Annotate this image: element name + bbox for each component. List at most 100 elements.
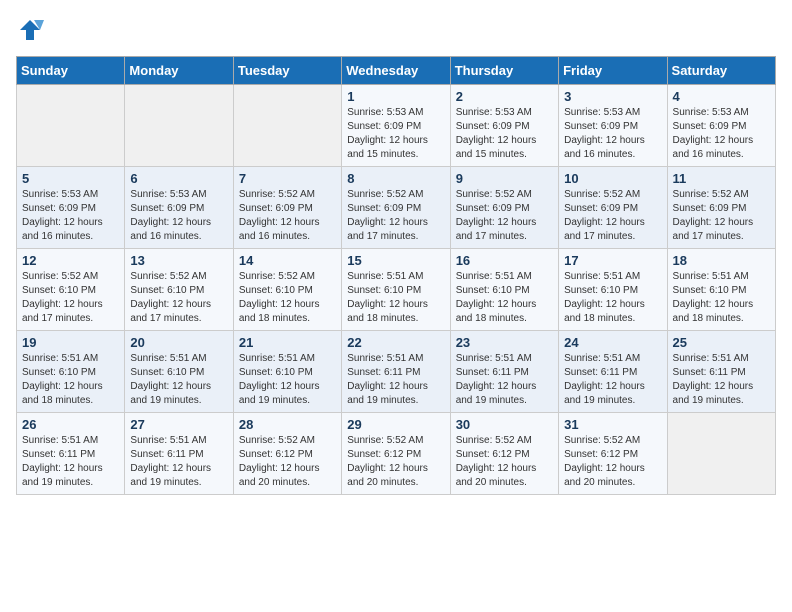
- day-info: Sunrise: 5:52 AM Sunset: 6:12 PM Dayligh…: [239, 434, 336, 490]
- week-row-3: 19 Sunrise: 5:51 AM Sunset: 6:10 PM Dayli…: [17, 331, 776, 413]
- day-info: Sunrise: 5:53 AM Sunset: 6:09 PM Dayligh…: [456, 106, 553, 162]
- calendar-cell: 4 Sunrise: 5:53 AM Sunset: 6:09 PM Daylig…: [667, 85, 775, 167]
- day-info: Sunrise: 5:51 AM Sunset: 6:10 PM Dayligh…: [564, 270, 661, 326]
- day-info: Sunrise: 5:53 AM Sunset: 6:09 PM Dayligh…: [564, 106, 661, 162]
- day-info: Sunrise: 5:52 AM Sunset: 6:09 PM Dayligh…: [564, 188, 661, 244]
- day-number: 27: [130, 417, 227, 432]
- calendar-table: SundayMondayTuesdayWednesdayThursdayFrid…: [16, 56, 776, 495]
- header-monday: Monday: [125, 57, 233, 85]
- calendar-cell: 26 Sunrise: 5:51 AM Sunset: 6:11 PM Dayli…: [17, 413, 125, 495]
- day-number: 23: [456, 335, 553, 350]
- calendar-cell: 21 Sunrise: 5:51 AM Sunset: 6:10 PM Dayli…: [233, 331, 341, 413]
- calendar-cell: 12Sunrise: 5:52 AM Sunset: 6:10 PM Dayli…: [17, 249, 125, 331]
- day-info: Sunrise: 5:52 AM Sunset: 6:09 PM Dayligh…: [347, 188, 444, 244]
- day-number: 11: [673, 171, 770, 186]
- calendar-cell: 28 Sunrise: 5:52 AM Sunset: 6:12 PM Dayli…: [233, 413, 341, 495]
- day-number: 29: [347, 417, 444, 432]
- day-info: Sunrise: 5:51 AM Sunset: 6:11 PM Dayligh…: [22, 434, 119, 490]
- calendar-cell: [667, 413, 775, 495]
- day-info: Sunrise: 5:51 AM Sunset: 6:10 PM Dayligh…: [456, 270, 553, 326]
- day-number: 13: [130, 253, 227, 268]
- day-number: 2: [456, 89, 553, 104]
- calendar-cell: 10 Sunrise: 5:52 AM Sunset: 6:09 PM Dayli…: [559, 167, 667, 249]
- week-row-0: 1 Sunrise: 5:53 AM Sunset: 6:09 PM Daylig…: [17, 85, 776, 167]
- header-thursday: Thursday: [450, 57, 558, 85]
- calendar-cell: 13 Sunrise: 5:52 AM Sunset: 6:10 PM Dayli…: [125, 249, 233, 331]
- day-number: 24: [564, 335, 661, 350]
- day-info: Sunrise: 5:51 AM Sunset: 6:10 PM Dayligh…: [239, 352, 336, 408]
- day-info: Sunrise: 5:51 AM Sunset: 6:11 PM Dayligh…: [673, 352, 770, 408]
- header-wednesday: Wednesday: [342, 57, 450, 85]
- calendar-cell: 8 Sunrise: 5:52 AM Sunset: 6:09 PM Daylig…: [342, 167, 450, 249]
- day-number: 4: [673, 89, 770, 104]
- day-info: Sunrise: 5:52 AM Sunset: 6:10 PM Dayligh…: [239, 270, 336, 326]
- day-number: 20: [130, 335, 227, 350]
- day-info: Sunrise: 5:52 AM Sunset: 6:10 PM Dayligh…: [130, 270, 227, 326]
- day-info: Sunrise: 5:52 AM Sunset: 6:09 PM Dayligh…: [673, 188, 770, 244]
- logo: [16, 16, 48, 44]
- calendar-cell: 24 Sunrise: 5:51 AM Sunset: 6:11 PM Dayli…: [559, 331, 667, 413]
- day-number: 21: [239, 335, 336, 350]
- day-number: 28: [239, 417, 336, 432]
- calendar-cell: 9 Sunrise: 5:52 AM Sunset: 6:09 PM Daylig…: [450, 167, 558, 249]
- day-info: Sunrise: 5:51 AM Sunset: 6:11 PM Dayligh…: [130, 434, 227, 490]
- day-number: 18: [673, 253, 770, 268]
- calendar-cell: 31 Sunrise: 5:52 AM Sunset: 6:12 PM Dayli…: [559, 413, 667, 495]
- day-number: 1: [347, 89, 444, 104]
- calendar-cell: [125, 85, 233, 167]
- week-row-2: 12Sunrise: 5:52 AM Sunset: 6:10 PM Dayli…: [17, 249, 776, 331]
- day-info: Sunrise: 5:51 AM Sunset: 6:11 PM Dayligh…: [347, 352, 444, 408]
- day-number: 17: [564, 253, 661, 268]
- day-info: Sunrise: 5:51 AM Sunset: 6:10 PM Dayligh…: [130, 352, 227, 408]
- day-number: 19: [22, 335, 119, 350]
- day-info: Sunrise: 5:53 AM Sunset: 6:09 PM Dayligh…: [130, 188, 227, 244]
- day-info: Sunrise: 5:52 AM Sunset: 6:12 PM Dayligh…: [456, 434, 553, 490]
- day-number: 31: [564, 417, 661, 432]
- day-info: Sunrise: 5:53 AM Sunset: 6:09 PM Dayligh…: [347, 106, 444, 162]
- day-number: 22: [347, 335, 444, 350]
- calendar-cell: 27 Sunrise: 5:51 AM Sunset: 6:11 PM Dayli…: [125, 413, 233, 495]
- calendar-cell: 5 Sunrise: 5:53 AM Sunset: 6:09 PM Daylig…: [17, 167, 125, 249]
- calendar-cell: 19 Sunrise: 5:51 AM Sunset: 6:10 PM Dayli…: [17, 331, 125, 413]
- day-number: 9: [456, 171, 553, 186]
- calendar-cell: 7Sunrise: 5:52 AM Sunset: 6:09 PM Daylig…: [233, 167, 341, 249]
- day-info: Sunrise: 5:51 AM Sunset: 6:10 PM Dayligh…: [22, 352, 119, 408]
- day-info: Sunrise: 5:52 AM Sunset: 6:12 PM Dayligh…: [564, 434, 661, 490]
- calendar-cell: [17, 85, 125, 167]
- day-info: Sunrise: 5:52 AM Sunset: 6:12 PM Dayligh…: [347, 434, 444, 490]
- day-info: Sunrise: 5:52 AM Sunset: 6:10 PM Dayligh…: [22, 270, 119, 326]
- header-tuesday: Tuesday: [233, 57, 341, 85]
- day-number: 8: [347, 171, 444, 186]
- calendar-cell: 18Sunrise: 5:51 AM Sunset: 6:10 PM Dayli…: [667, 249, 775, 331]
- header-sunday: Sunday: [17, 57, 125, 85]
- day-number: 7: [239, 171, 336, 186]
- logo-icon: [16, 16, 44, 44]
- day-number: 30: [456, 417, 553, 432]
- calendar-cell: 2 Sunrise: 5:53 AM Sunset: 6:09 PM Daylig…: [450, 85, 558, 167]
- day-info: Sunrise: 5:51 AM Sunset: 6:11 PM Dayligh…: [456, 352, 553, 408]
- calendar-cell: 6 Sunrise: 5:53 AM Sunset: 6:09 PM Daylig…: [125, 167, 233, 249]
- day-info: Sunrise: 5:51 AM Sunset: 6:11 PM Dayligh…: [564, 352, 661, 408]
- header-friday: Friday: [559, 57, 667, 85]
- calendar-cell: 17 Sunrise: 5:51 AM Sunset: 6:10 PM Dayli…: [559, 249, 667, 331]
- day-number: 15: [347, 253, 444, 268]
- day-number: 14: [239, 253, 336, 268]
- calendar-cell: 11 Sunrise: 5:52 AM Sunset: 6:09 PM Dayli…: [667, 167, 775, 249]
- calendar-cell: [233, 85, 341, 167]
- day-info: Sunrise: 5:53 AM Sunset: 6:09 PM Dayligh…: [673, 106, 770, 162]
- calendar-cell: 20 Sunrise: 5:51 AM Sunset: 6:10 PM Dayli…: [125, 331, 233, 413]
- day-number: 3: [564, 89, 661, 104]
- calendar-body: 1 Sunrise: 5:53 AM Sunset: 6:09 PM Daylig…: [17, 85, 776, 495]
- day-number: 26: [22, 417, 119, 432]
- day-number: 5: [22, 171, 119, 186]
- calendar-cell: 1 Sunrise: 5:53 AM Sunset: 6:09 PM Daylig…: [342, 85, 450, 167]
- day-number: 6: [130, 171, 227, 186]
- header-saturday: Saturday: [667, 57, 775, 85]
- calendar-cell: 15Sunrise: 5:51 AM Sunset: 6:10 PM Dayli…: [342, 249, 450, 331]
- calendar-cell: 23 Sunrise: 5:51 AM Sunset: 6:11 PM Dayli…: [450, 331, 558, 413]
- day-info: Sunrise: 5:52 AM Sunset: 6:09 PM Dayligh…: [456, 188, 553, 244]
- calendar-cell: 30 Sunrise: 5:52 AM Sunset: 6:12 PM Dayli…: [450, 413, 558, 495]
- day-info: Sunrise: 5:53 AM Sunset: 6:09 PM Dayligh…: [22, 188, 119, 244]
- day-number: 10: [564, 171, 661, 186]
- week-row-4: 26 Sunrise: 5:51 AM Sunset: 6:11 PM Dayli…: [17, 413, 776, 495]
